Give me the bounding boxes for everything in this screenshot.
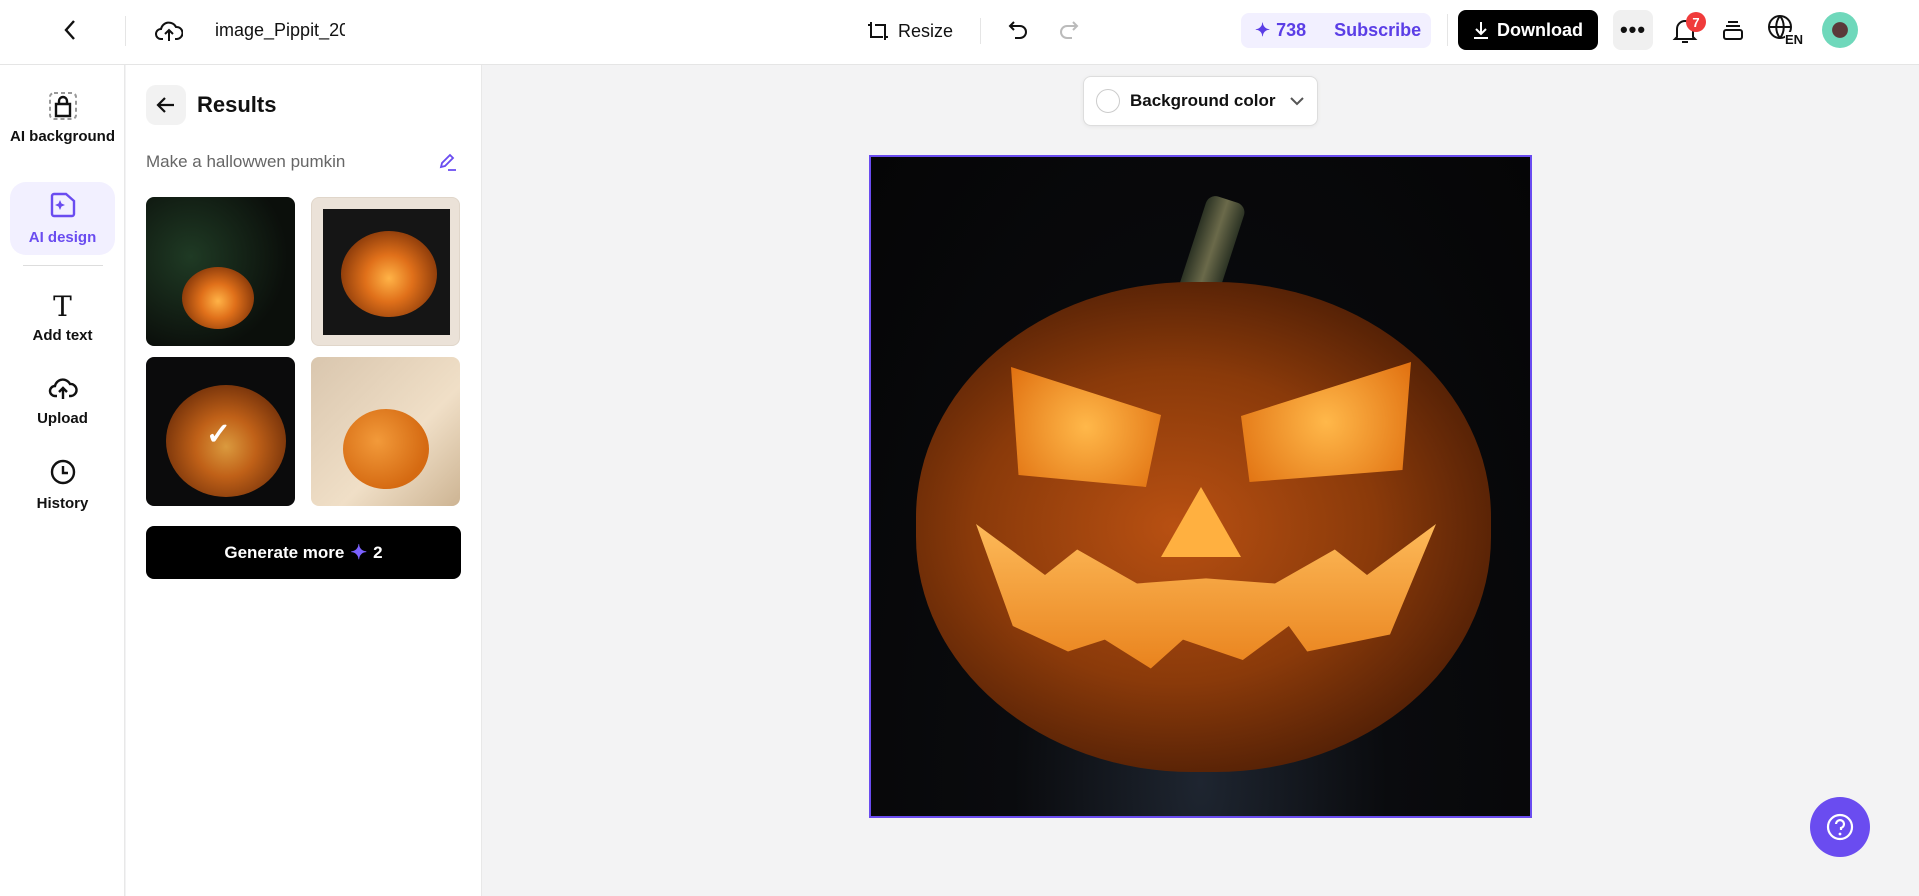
chevron-down-icon [1290,97,1304,106]
divider [980,18,981,44]
notifications-button[interactable]: 7 [1668,12,1706,48]
cloud-upload-icon[interactable] [152,14,186,48]
clock-icon [50,459,75,485]
rail-label: AI background [10,128,116,145]
rail-label: AI design [28,229,97,246]
credits-subscribe[interactable]: ✦ 738 Subscribe [1241,13,1431,48]
ai-background-icon [48,92,77,120]
background-color-dropdown[interactable]: Background color [1083,76,1318,126]
results-panel: Results Make a hallowwen pumkin ✓ Genera… [126,65,482,896]
help-button[interactable] [1810,797,1870,857]
layers-icon[interactable] [1718,16,1748,46]
divider [125,16,126,46]
text-icon: T [53,290,72,323]
language-code: EN [1785,32,1804,47]
download-icon [1474,22,1488,39]
resize-button[interactable]: Resize [866,16,953,46]
rail-item-history[interactable]: History [10,450,115,520]
result-thumbnail-3-selected[interactable]: ✓ [146,357,295,506]
upload-icon [48,378,78,399]
rail-item-upload[interactable]: Upload [10,367,115,437]
ai-design-icon [50,192,75,218]
background-color-label: Background color [1130,91,1276,110]
color-swatch [1096,89,1120,113]
redo-button[interactable] [1054,15,1084,45]
canvas-image[interactable] [869,155,1532,818]
resize-label: Resize [898,20,954,41]
avatar[interactable] [1822,12,1858,48]
rail-label: Add text [32,327,93,344]
notification-badge: 7 [1686,12,1706,32]
generate-cost: 2 [373,542,383,562]
back-to-design-button[interactable] [146,85,186,125]
result-thumbnail-1[interactable] [146,197,295,346]
generate-more-label: Generate more [224,542,345,562]
checkmark-icon: ✓ [206,418,232,451]
prompt-text: Make a hallowwen pumkin [146,152,346,171]
file-name[interactable]: image_Pippit_20 [215,20,345,41]
credits-count: 738 [1276,20,1307,40]
language-button[interactable]: EN [1767,14,1805,50]
undo-button[interactable] [1003,15,1033,45]
download-label: Download [1497,19,1583,40]
sparkle-icon: ✦ [1255,20,1271,40]
top-bar: image_Pippit_20 Resize ✦ 738 Subscribe D… [0,0,1919,65]
edit-prompt-icon[interactable] [436,150,460,174]
rail-item-ai-design[interactable]: AI design [10,182,115,255]
subscribe-link[interactable]: Subscribe [1334,20,1421,41]
download-button[interactable]: Download [1458,10,1598,50]
left-rail: AI background AI design T Add text Uploa… [0,65,125,896]
rail-item-ai-background[interactable]: AI background [10,83,115,163]
back-button[interactable] [55,15,85,45]
rail-label: Upload [37,410,88,427]
question-icon [1826,813,1854,841]
rail-label: History [36,495,89,512]
result-thumbnail-2[interactable] [311,197,460,346]
sparkle-icon: ✦ [350,542,368,564]
panel-title: Results [197,92,277,117]
resize-icon [868,22,888,40]
generate-more-button[interactable]: Generate more ✦ 2 [146,526,461,579]
result-thumbnail-4[interactable] [311,357,460,506]
more-options-button[interactable]: ••• [1613,10,1653,50]
rail-item-add-text[interactable]: T Add text [10,285,115,355]
